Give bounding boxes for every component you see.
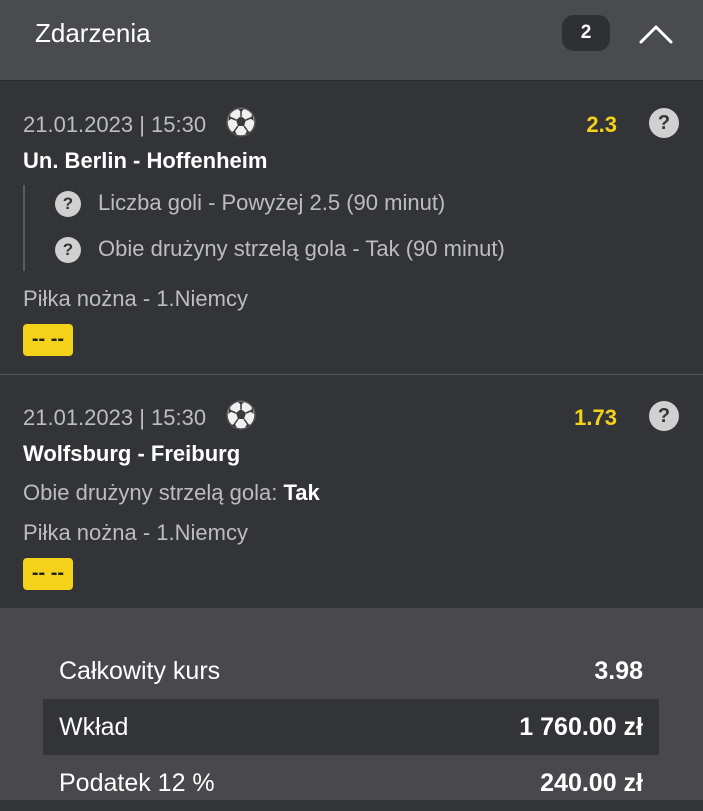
market-line: Obie drużyny strzelą gola: Tak — [23, 480, 320, 506]
tax-row: Podatek 12 % 240.00 zł — [43, 755, 659, 811]
stake-value: 1 760.00 zł — [519, 713, 643, 741]
selection-divider — [23, 185, 25, 271]
event-card: 21.01.2023 | 15:30 2.3 ? Un. Berlin - Ho… — [0, 82, 703, 375]
event-datetime: 21.01.2023 | 15:30 — [23, 405, 207, 430]
market-value: Tak — [283, 480, 320, 505]
events-header: Zdarzenia 2 — [0, 0, 703, 81]
event-odds: 1.73 — [574, 405, 617, 430]
event-league: Piłka nożna - 1.Niemcy — [23, 520, 248, 545]
market-label: Obie drużyny strzelą gola: — [23, 480, 278, 505]
question-icon[interactable]: ? — [649, 108, 679, 138]
match-title: Wolfsburg - Freiburg — [23, 441, 241, 466]
total-odds-row: Całkowity kurs 3.98 — [43, 643, 659, 699]
selection-text: Obie drużyny strzelą gola - Tak (90 minu… — [98, 236, 505, 261]
question-icon[interactable]: ? — [649, 401, 679, 431]
tax-value: 240.00 zł — [540, 769, 643, 797]
event-card: 21.01.2023 | 15:30 1.73 ? Wolfsburg - Fr… — [0, 376, 703, 608]
status-badge: -- -- — [23, 558, 73, 590]
event-league: Piłka nożna - 1.Niemcy — [23, 286, 248, 311]
match-title: Un. Berlin - Hoffenheim — [23, 148, 268, 173]
stake-row: Wkład 1 760.00 zł — [43, 699, 659, 755]
header-title: Zdarzenia — [35, 18, 151, 48]
tax-label: Podatek 12 % — [59, 769, 215, 797]
total-odds-value: 3.98 — [594, 657, 643, 685]
selection-text: Liczba goli - Powyżej 2.5 (90 minut) — [98, 190, 446, 215]
chevron-up-icon[interactable] — [636, 18, 676, 48]
event-datetime: 21.01.2023 | 15:30 — [23, 112, 207, 137]
status-badge: -- -- — [23, 324, 73, 356]
soccer-ball-icon — [225, 399, 257, 431]
question-icon[interactable]: ? — [55, 191, 81, 217]
total-odds-label: Całkowity kurs — [59, 657, 221, 685]
bet-summary: Całkowity kurs 3.98 Wkład 1 760.00 zł Po… — [0, 608, 703, 800]
stake-label: Wkład — [59, 713, 129, 741]
question-icon[interactable]: ? — [55, 237, 81, 263]
soccer-ball-icon — [225, 106, 257, 138]
events-count-badge: 2 — [562, 15, 610, 51]
event-odds: 2.3 — [586, 112, 617, 137]
